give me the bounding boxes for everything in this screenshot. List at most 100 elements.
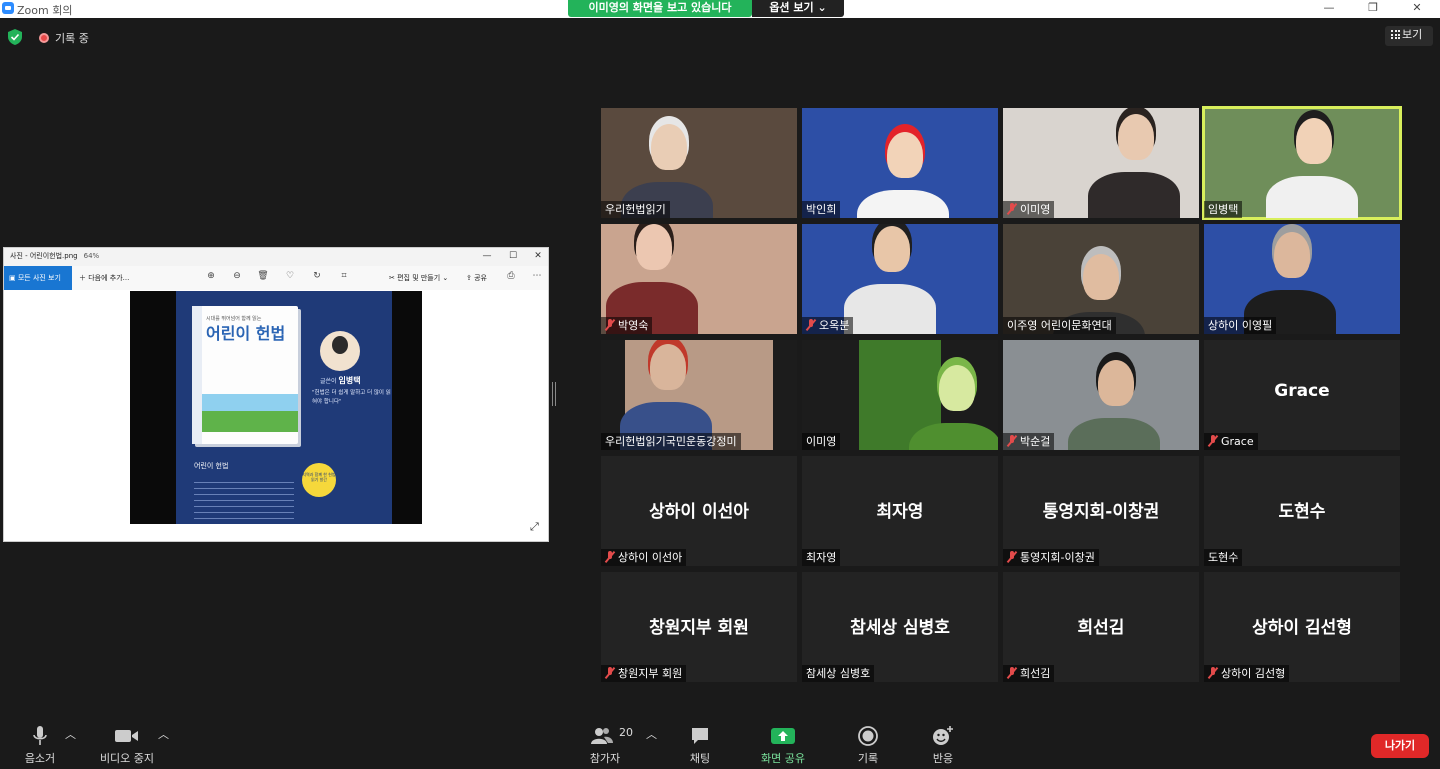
person-face — [650, 344, 686, 390]
book-quote: "헌법은 더 쉽게 말하고 더 많이 읽혀야 합니다" — [312, 390, 391, 405]
participant-tile[interactable]: Grace Grace — [1204, 340, 1400, 450]
view-label: 보기 — [1402, 28, 1423, 41]
author-prefix: 글쓴이 — [320, 378, 337, 385]
book-badge: 지역과 함께 한 헌법 읽기 발간 — [302, 463, 336, 497]
recording-indicator[interactable]: 기록 중 — [39, 30, 89, 46]
participant-count: 20 — [619, 726, 633, 739]
muted-microphone-icon — [1007, 435, 1017, 447]
participant-name-tag: 임병택 — [1204, 201, 1243, 218]
participant-name-tag: 오옥분 — [802, 317, 854, 334]
record-button[interactable]: 기록 — [850, 726, 886, 766]
share-screen-label: 화면 공유 — [761, 752, 805, 765]
plus-icon: ＋ — [79, 274, 89, 282]
audio-options-caret-icon[interactable]: ︿ — [65, 726, 76, 742]
participant-name: 오옥분 — [819, 319, 850, 332]
security-shield-icon[interactable] — [8, 29, 22, 45]
participant-name: 최자영 — [806, 551, 837, 564]
participant-tile[interactable]: 통영지회-이창권 통영지회-이창권 — [1003, 456, 1199, 566]
muted-microphone-icon — [605, 319, 615, 331]
participant-tile[interactable]: 이미영 — [802, 340, 998, 450]
participant-tile[interactable]: 참세상 심병호 참세상 심병호 — [802, 572, 998, 682]
person-silhouette — [857, 190, 949, 218]
participant-display-name: 상하이 이선아 — [649, 502, 749, 522]
muted-microphone-icon — [605, 551, 615, 563]
participant-name: 박순걸 — [1020, 435, 1051, 448]
close-button[interactable]: ✕ — [1403, 0, 1431, 18]
reactions-label: 반응 — [932, 752, 954, 765]
author-photo — [320, 331, 360, 371]
muted-microphone-icon — [1007, 203, 1017, 215]
zoom-in-icon: ⊕ — [207, 271, 215, 281]
person-face — [887, 132, 923, 178]
crop-icon: ⌗ — [341, 271, 347, 281]
record-label: 기록 — [857, 752, 879, 765]
participants-button[interactable]: 20 참가자 — [580, 726, 633, 766]
participant-tile[interactable]: 도현수 도현수 — [1204, 456, 1400, 566]
view-options-button[interactable]: 옵션 보기 ⌄ — [752, 0, 844, 17]
book-subtitle: 시대를 뛰어넘어 함께 읽는 — [206, 316, 262, 322]
more-icon: ⋯ — [532, 271, 542, 281]
participant-tile[interactable]: 상하이 이영필 — [1204, 224, 1400, 334]
person-face — [874, 226, 910, 272]
grid-icon — [1391, 30, 1400, 39]
participant-tile[interactable]: 상하이 이선아 상하이 이선아 — [601, 456, 797, 566]
stop-video-button[interactable]: 비디오 중지 — [92, 726, 162, 766]
rotate-icon: ↻ — [313, 271, 321, 281]
split-view-handle[interactable] — [552, 382, 556, 406]
participant-display-name: 통영지회-이창권 — [1042, 502, 1160, 522]
participant-tile[interactable]: 오옥분 — [802, 224, 998, 334]
participant-name: 상하이 김선형 — [1221, 667, 1286, 680]
participant-name-tag: 이미영 — [1003, 201, 1055, 218]
zoom-level: 64% — [83, 252, 100, 260]
person-face — [1296, 118, 1332, 164]
participant-tile[interactable]: 희선김 희선김 — [1003, 572, 1199, 682]
participant-name: 도현수 — [1208, 551, 1239, 564]
maximize-button[interactable]: ❐ — [1359, 0, 1387, 18]
view-layout-button[interactable]: 보기 — [1385, 26, 1433, 46]
person-face — [1083, 254, 1119, 300]
muted-microphone-icon — [1208, 667, 1218, 679]
participant-tile[interactable]: 우리헌법읽기국민운동강정미 — [601, 340, 797, 450]
stop-video-label: 비디오 중지 — [99, 752, 155, 765]
photo-viewer-title: 사진 - 어린이헌법.png — [10, 252, 78, 260]
participant-name-tag: 상하이 이영필 — [1204, 317, 1277, 334]
participant-tile[interactable]: 우리헌법읽기 — [601, 108, 797, 218]
participant-tile[interactable]: 이미영 — [1003, 108, 1199, 218]
reactions-button[interactable]: 반응 — [925, 726, 961, 766]
person-face — [939, 365, 975, 411]
leave-meeting-button[interactable]: 나가기 — [1371, 734, 1429, 758]
window-title: Zoom 회의 — [17, 4, 73, 17]
participant-name-tag: 이주영 어린이문화연대 — [1003, 317, 1116, 334]
book-cover: 시대를 뛰어넘어 함께 읽는 어린이 헌법 — [192, 306, 298, 444]
chat-button[interactable]: 채팅 — [680, 726, 720, 766]
record-dot-icon — [39, 33, 49, 43]
participant-name-tag: 참세상 심병호 — [802, 665, 875, 682]
all-photos-button: ▣ 모든 사진 보기 — [4, 266, 72, 290]
mute-button[interactable]: 음소거 — [20, 726, 60, 766]
photo-viewer-titlebar: 사진 - 어린이헌법.png 64% — ☐ ✕ — [4, 248, 548, 266]
participant-name-tag: 상하이 김선형 — [1204, 665, 1290, 682]
participant-tile[interactable]: 상하이 김선형 상하이 김선형 — [1204, 572, 1400, 682]
participant-name: 창원지부 회원 — [618, 667, 683, 680]
participant-tile[interactable]: 박인희 — [802, 108, 998, 218]
participant-tile[interactable]: 임병택 — [1202, 106, 1402, 220]
photo-viewer-toolbar: ▣ 모든 사진 보기 ＋ 다음에 추가... ⊕ ⊖ 🗑 ♡ ↻ ⌗ ✂ 편집 … — [4, 266, 548, 290]
scissors-icon: ✂ — [389, 274, 398, 282]
video-options-caret-icon[interactable]: ︿ — [158, 726, 169, 742]
participant-name: 통영지회-이창권 — [1020, 551, 1095, 564]
reaction-smiley-icon — [933, 726, 953, 745]
person-silhouette — [1266, 176, 1358, 218]
minimize-button[interactable]: — — [1315, 0, 1343, 18]
participant-tile[interactable]: 창원지부 회원 창원지부 회원 — [601, 572, 797, 682]
participant-tile[interactable]: 이주영 어린이문화연대 — [1003, 224, 1199, 334]
participant-tile[interactable]: 최자영 최자영 — [802, 456, 998, 566]
participants-caret-icon[interactable]: ︿ — [646, 726, 657, 742]
participant-tile[interactable]: 박영숙 — [601, 224, 797, 334]
recording-label: 기록 중 — [55, 32, 89, 45]
participant-tile[interactable]: 박순걸 — [1003, 340, 1199, 450]
participant-name: 희선김 — [1020, 667, 1051, 680]
participant-display-name: 최자영 — [876, 502, 924, 522]
muted-microphone-icon — [605, 667, 615, 679]
share-screen-button[interactable]: 화면 공유 — [753, 726, 813, 766]
edit-create-label: 편집 및 만들기 — [397, 274, 441, 282]
